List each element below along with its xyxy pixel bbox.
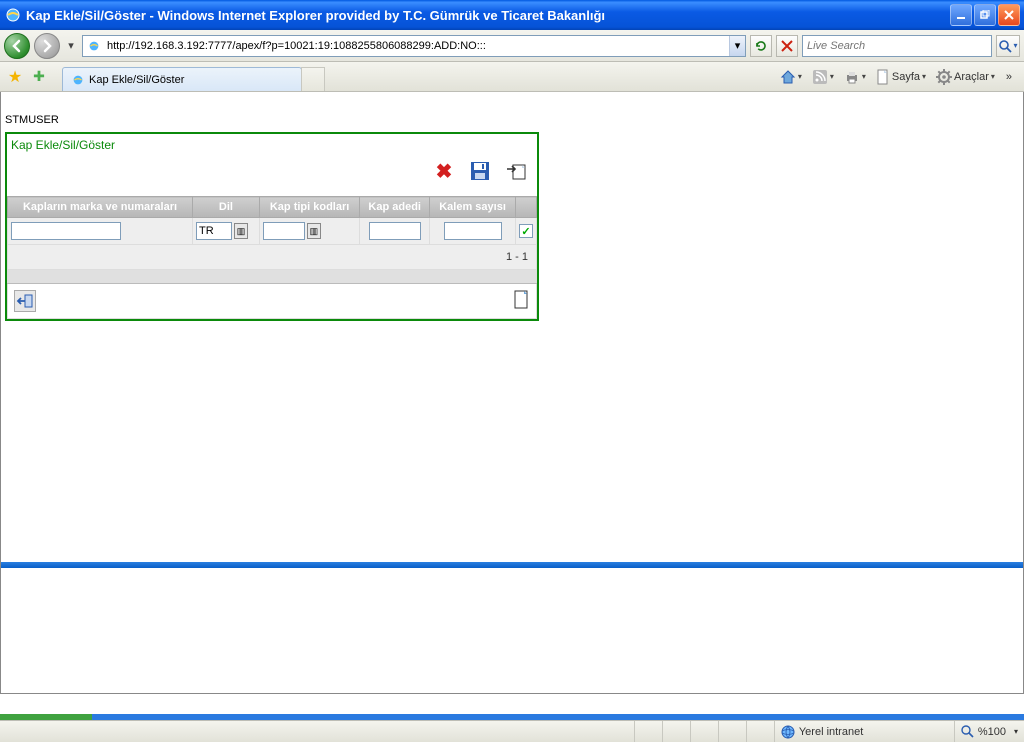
kapadedi-input[interactable]: [369, 222, 421, 240]
print-button[interactable]: ▾: [841, 67, 869, 87]
stop-button[interactable]: [776, 35, 798, 57]
save-icon[interactable]: [469, 160, 491, 182]
tools-menu-label: Araçlar: [954, 71, 989, 83]
window-controls: [950, 4, 1020, 26]
col-kaptipi: Kap tipi kodları: [259, 197, 359, 218]
back-button[interactable]: [4, 33, 30, 59]
close-button[interactable]: [998, 4, 1020, 26]
window-title: Kap Ekle/Sil/Göster - Windows Internet E…: [26, 8, 950, 23]
row-checkbox[interactable]: ✓: [519, 224, 533, 238]
col-marka: Kapların marka ve numaraları: [8, 197, 193, 218]
search-button[interactable]: ▾: [996, 35, 1020, 57]
zoom-control[interactable]: %100 ▾: [954, 721, 1024, 742]
command-bar: ▾ ▾ ▾ Sayfa▾ Araçlar▾ »: [777, 67, 1020, 87]
ie-logo-icon: [4, 6, 22, 24]
restore-button[interactable]: [974, 4, 996, 26]
toolbar-overflow[interactable]: »: [1006, 71, 1012, 83]
tools-menu[interactable]: Araçlar▾: [933, 67, 998, 87]
page-content: STMUSER Kap Ekle/Sil/Göster ✖ Kapların m…: [0, 92, 1024, 694]
tab-label: Kap Ekle/Sil/Göster: [89, 74, 184, 86]
window-titlebar: Kap Ekle/Sil/Göster - Windows Internet E…: [0, 0, 1024, 30]
security-zone[interactable]: Yerel intranet: [774, 721, 954, 742]
export-icon[interactable]: [505, 160, 527, 182]
col-kalemsayisi: Kalem sayısı: [430, 197, 516, 218]
table-row: ▥ ▥ ✓: [8, 218, 537, 245]
ie-tab-icon: [71, 73, 85, 87]
dil-lov-button[interactable]: ▥: [234, 223, 248, 239]
favorites-button[interactable]: ★: [4, 66, 26, 88]
marka-input[interactable]: [11, 222, 121, 240]
new-tab-button[interactable]: [301, 67, 325, 91]
kap-grid: Kapların marka ve numaraları Dil Kap tip…: [7, 196, 537, 319]
refresh-button[interactable]: [750, 35, 772, 57]
home-button[interactable]: ▾: [777, 67, 805, 87]
kap-panel: Kap Ekle/Sil/Göster ✖ Kapların marka ve …: [5, 132, 539, 321]
search-input[interactable]: [803, 40, 991, 52]
page-menu-label: Sayfa: [892, 71, 920, 83]
nav-history-dropdown[interactable]: ▾: [64, 39, 78, 52]
forward-button[interactable]: [34, 33, 60, 59]
page-icon: [86, 38, 102, 54]
status-cell-empty: [746, 721, 774, 742]
zoom-icon: [961, 725, 974, 738]
status-bar: Yerel intranet %100 ▾: [0, 720, 1024, 742]
col-dil: Dil: [193, 197, 260, 218]
address-bar: ▾: [82, 35, 746, 57]
globe-icon: [781, 725, 795, 739]
feeds-button[interactable]: ▾: [809, 67, 837, 87]
tab-active[interactable]: Kap Ekle/Sil/Göster: [62, 67, 302, 91]
minimize-button[interactable]: [950, 4, 972, 26]
status-cell-empty: [690, 721, 718, 742]
panel-title: Kap Ekle/Sil/Göster: [7, 134, 537, 154]
status-cell-empty: [634, 721, 662, 742]
nav-toolbar: ▾ ▾ ▾: [0, 30, 1024, 62]
status-cell-empty: [662, 721, 690, 742]
kaptipi-input[interactable]: [263, 222, 305, 240]
add-favorites-button[interactable]: ✚: [28, 66, 50, 88]
pager-text: 1 - 1: [8, 245, 537, 270]
user-label: STMUSER: [5, 114, 59, 126]
address-input[interactable]: [105, 37, 729, 55]
delete-icon[interactable]: ✖: [433, 160, 455, 182]
address-dropdown[interactable]: ▾: [729, 36, 745, 56]
status-cell-empty: [718, 721, 746, 742]
page-menu[interactable]: Sayfa▾: [873, 67, 929, 87]
new-page-icon[interactable]: [514, 290, 530, 310]
tab-bar: ★ ✚ Kap Ekle/Sil/Göster ▾ ▾ ▾ Sayfa▾ Ara…: [0, 62, 1024, 92]
kaptipi-lov-button[interactable]: ▥: [307, 223, 321, 239]
separator-bar: [1, 562, 1023, 568]
zoom-label: %100: [978, 726, 1006, 738]
search-box: [802, 35, 992, 57]
return-icon[interactable]: [14, 290, 36, 312]
zone-label: Yerel intranet: [799, 726, 863, 738]
kalemsayisi-input[interactable]: [444, 222, 502, 240]
col-kapadedi: Kap adedi: [360, 197, 430, 218]
dil-input[interactable]: [196, 222, 232, 240]
